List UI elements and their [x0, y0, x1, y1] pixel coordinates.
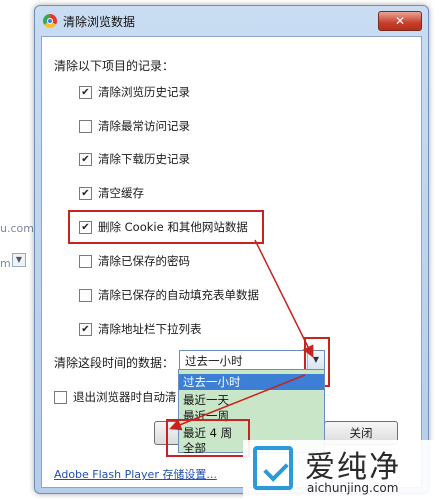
annotation-arrow-1 — [254, 239, 314, 358]
watermark-url: aichunjing.com — [307, 481, 399, 495]
watermark-title: 爱纯净 — [305, 450, 401, 485]
annotation-arrows — [169, 239, 314, 431]
watermark-logo-icon — [253, 446, 293, 490]
site-watermark: 爱纯净 aichunjing.com — [243, 440, 443, 500]
annotation-arrow-2 — [169, 374, 306, 431]
